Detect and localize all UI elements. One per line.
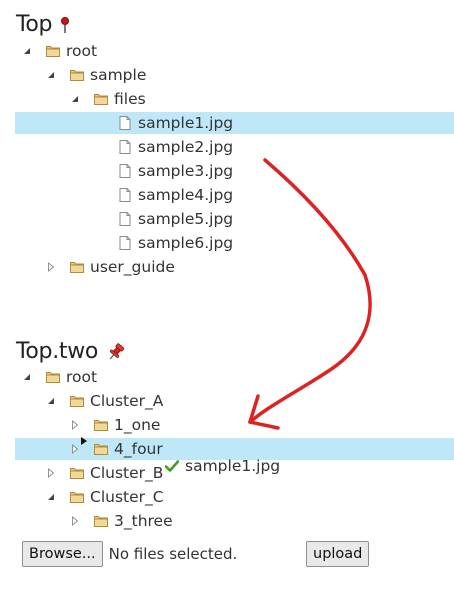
folder-icon [69,67,85,83]
tree-node-label: Cluster_C [90,488,164,506]
browse-button[interactable]: Browse... [22,541,103,567]
folder-icon [45,43,61,59]
tree-top-title: Top [16,12,70,38]
folder-icon [93,91,109,107]
tree-node-label: root [66,368,98,386]
tree-node-label: Cluster_A [90,392,164,410]
expanded-triangle-icon[interactable] [46,492,56,502]
folder-icon [93,417,109,433]
red-arrow-annotation [248,158,372,430]
tree-node-label: root [66,42,98,60]
expanded-triangle-icon[interactable] [22,46,32,56]
file-icon [117,187,133,203]
drag-helper-label: sample1.jpg [185,457,281,475]
upload-button[interactable]: upload [306,541,370,567]
drop-marker-icon [80,431,88,450]
tree-node-label: sample [90,66,147,84]
folder-icon [45,369,61,385]
tree-node-label: Cluster_B [90,464,164,482]
file-icon [117,211,133,227]
tree-node-label: sample6.jpg [138,234,234,252]
collapsed-triangle-icon[interactable] [46,262,56,272]
collapsed-triangle-icon[interactable] [70,516,80,526]
file-status: No files selected. [108,545,238,563]
tree-top-title-text: Top [16,12,53,37]
file-icon [117,139,133,155]
tree-two-title-text: Top.two [16,339,99,364]
folder-icon [93,513,109,529]
tree-node-label: 3_three [114,512,173,530]
collapsed-triangle-icon[interactable] [46,468,56,478]
tree-two-title: Top.two [16,339,126,365]
tree-node-label: files [114,90,146,108]
drag-helper: sample1.jpg [165,457,280,475]
tree-node-label: user_guide [90,258,175,276]
expanded-triangle-icon[interactable] [46,70,56,80]
tree-node-label: sample3.jpg [138,162,234,180]
tree-node-label: sample5.jpg [138,210,234,228]
folder-icon [69,259,85,275]
expanded-triangle-icon[interactable] [22,372,32,382]
folder-icon [69,465,85,481]
file-icon [117,115,133,131]
checkmark-icon [165,460,179,472]
file-icon [117,235,133,251]
collapsed-triangle-icon[interactable] [70,420,80,430]
expanded-triangle-icon[interactable] [46,396,56,406]
file-icon [117,163,133,179]
expanded-triangle-icon[interactable] [70,94,80,104]
folder-icon [69,489,85,505]
tree-node-label: sample4.jpg [138,186,234,204]
tree-node-label: 4_four [114,440,163,458]
folder-icon [93,441,109,457]
folder-icon [69,393,85,409]
collapsed-triangle-icon[interactable] [70,444,80,454]
file-input: Browse... No files selected. [22,541,237,567]
tree-node-label: sample2.jpg [138,138,234,156]
pushpin-icon[interactable] [106,342,126,362]
tree-node-file[interactable]: sample1.jpg [15,112,454,134]
tree-node-label: sample1.jpg [138,114,234,132]
red-pin-icon[interactable] [60,16,70,34]
tree-node-label: 1_one [114,416,161,434]
